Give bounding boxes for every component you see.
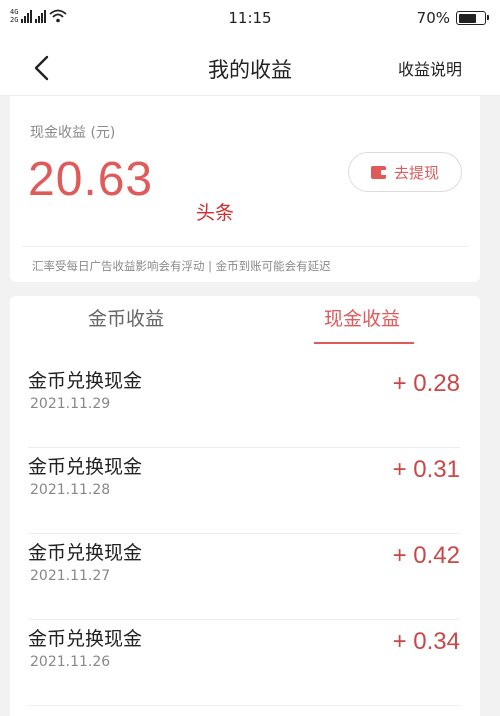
record-title: 金币兑换现金 [28,542,143,564]
record-title: 金币兑换现金 [28,370,143,392]
list-item[interactable]: 金币兑换现金 2021.11.29 + 0.28 [10,362,480,448]
wallet-icon [370,165,387,179]
record-date: 2021.11.27 [30,568,111,584]
row-divider [28,705,460,706]
active-tab-indicator [314,342,414,344]
tab-cash-earnings[interactable]: 现金收益 [324,304,400,331]
nav-bar: 我的收益 收益说明 [0,38,500,96]
record-date: 2021.11.28 [30,482,111,498]
back-button[interactable] [24,51,58,85]
chevron-left-icon [34,55,49,81]
earnings-info-link[interactable]: 收益说明 [398,56,462,80]
record-date: 2021.11.29 [30,396,111,412]
record-title: 金币兑换现金 [28,456,143,478]
status-bar: 4G 2G 11:15 70% [0,0,500,38]
list-item[interactable]: 金币兑换现金 2021.11.26 + 0.34 [10,620,480,706]
record-amount: + 0.31 [392,456,460,483]
cash-summary-card: 现金收益 (元) 20.63 头条 去提现 汇率受每日广告收益影响会有浮动 | … [10,96,480,282]
record-date: 2021.11.26 [30,654,111,670]
withdraw-label: 去提现 [393,163,439,182]
record-amount: + 0.42 [392,542,460,569]
record-title: 金币兑换现金 [28,628,143,650]
watermark-text: 头条 [196,202,235,224]
battery-percent: 70% [416,9,450,27]
record-amount: + 0.28 [392,370,460,397]
list-item[interactable]: 金币兑换现金 2021.11.28 + 0.31 [10,448,480,534]
tab-bar: 金币收益 现金收益 [10,296,480,344]
record-amount: + 0.34 [392,628,460,655]
battery-icon [456,11,489,25]
battery-group: 70% [416,9,489,27]
list-item[interactable]: 金币兑换现金 2021.11.27 + 0.42 [10,534,480,620]
cash-label: 现金收益 (元) [30,125,116,141]
exchange-note: 汇率受每日广告收益影响会有浮动 | 金币到账可能会有延迟 [32,259,331,273]
cash-amount: 20.63 [28,153,154,206]
divider [22,246,468,247]
withdraw-button[interactable]: 去提现 [348,152,462,192]
battery-level [458,13,476,23]
tab-coin-earnings[interactable]: 金币收益 [88,304,164,331]
earnings-list-card: 金币收益 现金收益 金币兑换现金 2021.11.29 + 0.28 金币兑换现… [10,296,480,716]
